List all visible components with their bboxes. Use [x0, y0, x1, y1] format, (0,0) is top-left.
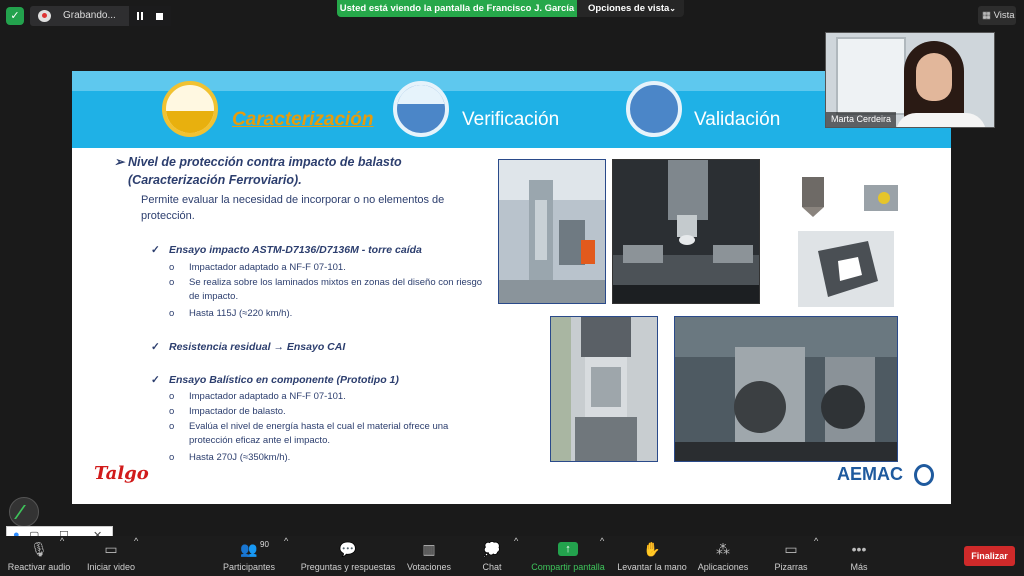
view-options-label: Opciones de vista	[588, 3, 670, 14]
view-options-button[interactable]: Opciones de vista ⌄	[577, 0, 684, 17]
ballistic-test-photo	[674, 316, 898, 462]
cai-test-photo	[550, 316, 658, 462]
check-icon: ✓	[151, 341, 160, 353]
viewing-screen-banner: Usted está viendo la pantalla de Francis…	[337, 0, 577, 17]
whiteboard-button[interactable]: ▭ Pizarras	[770, 536, 812, 576]
check-icon: ✓	[151, 374, 160, 386]
list-item: o Impactador adaptado a NF-F 07-101.	[169, 391, 346, 402]
background-window	[836, 37, 906, 115]
share-chevron[interactable]: ^	[600, 536, 604, 546]
impactor-closeup-photo	[612, 159, 760, 304]
list-item: o Impactador de balasto.	[169, 406, 286, 417]
speaker-face	[916, 53, 952, 101]
tab-caracterizacion: Caracterización	[232, 109, 374, 130]
end-meeting-button[interactable]: Finalizar	[964, 546, 1015, 566]
talgo-logo: Talgo	[94, 463, 149, 484]
share-screen-button[interactable]: ↑ Compartir pantalla	[528, 536, 608, 576]
check-icon: ✓	[151, 244, 160, 256]
ballast-impactor-photo	[856, 171, 906, 221]
polls-button[interactable]: ▥ Votaciones	[402, 536, 456, 576]
more-button[interactable]: ••• Más	[840, 536, 878, 576]
section-title: ✓ Ensayo impacto ASTM-D7136/D7136M - torr…	[151, 244, 422, 256]
stop-recording-icon[interactable]	[156, 13, 163, 20]
polls-icon: ▥	[422, 541, 436, 557]
shared-slide: Caracterización Verificación Validación …	[72, 71, 951, 504]
list-item: o Hasta 115J (≈220 km/h).	[169, 308, 293, 319]
speaker-video-tile[interactable]: Marta Cerdeira	[825, 32, 995, 128]
recording-indicator: Grabando...	[30, 6, 171, 26]
arrow-bullet-icon: ➢	[114, 155, 125, 169]
drop-tower-photo	[498, 159, 606, 304]
chat-chevron[interactable]: ^	[514, 536, 518, 546]
qa-icon: 💬	[339, 541, 357, 557]
cloud-record-icon	[38, 10, 51, 22]
chat-button[interactable]: 💭 Chat	[470, 536, 514, 576]
whiteboard-icon: ▭	[784, 541, 798, 557]
raise-hand-icon: ✋	[643, 541, 661, 557]
apps-button[interactable]: ⁂ Aplicaciones	[694, 536, 752, 576]
qa-button[interactable]: 💬 Preguntas y respuestas	[298, 536, 398, 576]
raise-hand-button[interactable]: ✋ Levantar la mano	[616, 536, 688, 576]
list-item: o Impactador adaptado a NF-F 07-101.	[169, 262, 346, 273]
participants-icon: 👥	[240, 541, 258, 557]
video-off-icon: ▭	[104, 541, 118, 557]
participants-button[interactable]: 👥 90 Participantes	[218, 536, 280, 576]
annotate-pen-button[interactable]	[9, 497, 39, 527]
share-screen-icon: ↑	[558, 542, 578, 556]
unmute-button[interactable]: 🎙 Reactivar audio	[0, 536, 78, 576]
verification-circle-icon	[393, 81, 449, 137]
section-title: ✓ Resistencia residual → Ensayo CAI	[151, 341, 346, 353]
apps-icon: ⁂	[716, 541, 730, 557]
tab-verificacion: Verificación	[462, 109, 560, 130]
aemac-logo: AEMAC	[837, 464, 934, 486]
list-item: o Se realiza sobre los laminados mixtos e…	[169, 277, 483, 302]
slide-heading: ➢ Nivel de protección contra impacto de …	[114, 155, 402, 187]
recording-label: Grabando...	[63, 10, 116, 21]
video-options-chevron[interactable]: ^	[134, 536, 138, 546]
pause-recording-icon[interactable]	[137, 12, 143, 20]
more-icon: •••	[851, 541, 867, 557]
security-shield-icon[interactable]: ✓	[6, 7, 24, 25]
list-item: o Hasta 270J (≈350km/h).	[169, 452, 291, 463]
pen-icon	[14, 505, 34, 519]
view-button-label: Vista	[993, 10, 1015, 21]
muted-mic-icon: 🎙	[30, 541, 48, 557]
characterization-circle-icon	[162, 81, 218, 137]
impactor-head-photo	[788, 171, 838, 221]
slide-intro: Permite evaluar la necesidad de incorpor…	[141, 194, 445, 222]
section-title: ✓ Ensayo Balístico en componente (Prototi…	[151, 374, 399, 386]
view-button[interactable]: ▦ Vista	[978, 6, 1016, 25]
participants-chevron[interactable]: ^	[284, 536, 288, 546]
audio-options-chevron[interactable]: ^	[60, 536, 64, 546]
validation-circle-icon	[626, 81, 682, 137]
whiteboard-chevron[interactable]: ^	[814, 536, 818, 546]
tab-validacion: Validación	[694, 109, 781, 130]
participant-count: 90	[260, 540, 269, 549]
meeting-toolbar: 🎙 Reactivar audio ^ ▭ Iniciar video ^ 👥 90 P…	[0, 536, 1024, 576]
damaged-specimen-photo	[798, 231, 894, 307]
chat-icon: 💭	[483, 541, 501, 557]
list-item: o Evalúa el nivel de energía hasta el cua…	[169, 421, 449, 446]
speaker-name: Marta Cerdeira	[826, 112, 897, 127]
chevron-down-icon: ⌄	[669, 4, 676, 13]
